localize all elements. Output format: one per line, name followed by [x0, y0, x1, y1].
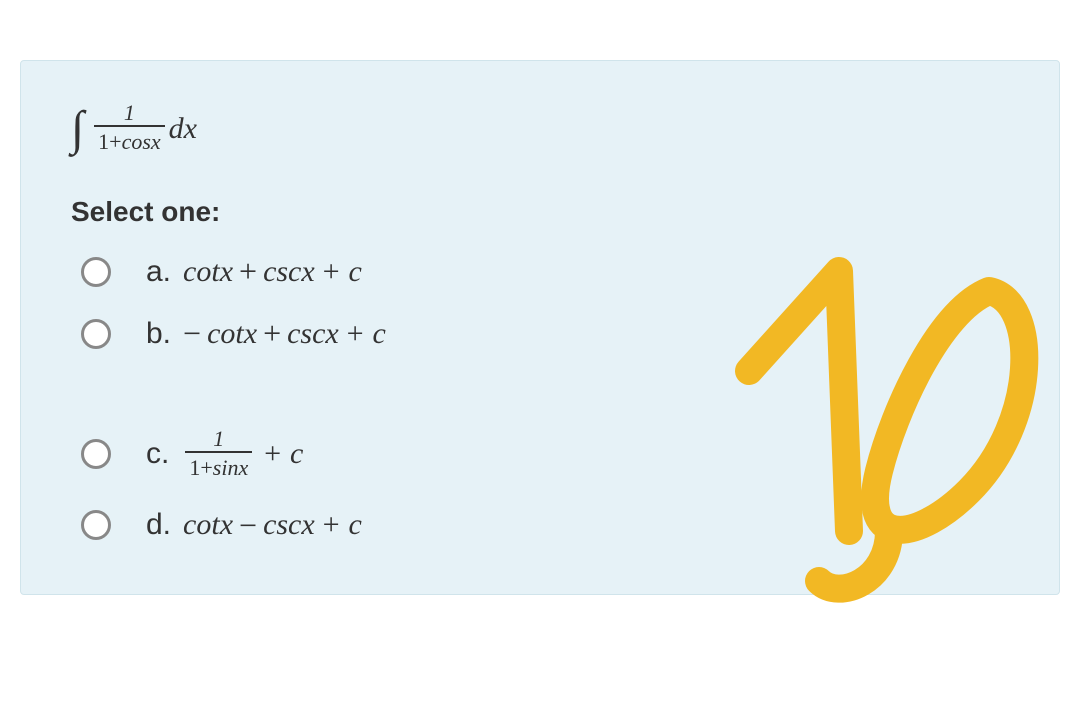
radio-d[interactable]	[81, 510, 111, 540]
options-group: a. cotx + cscx + c b. −cotx + cscx + c c…	[71, 253, 1009, 544]
option-a-label: a. cotx + cscx + c	[146, 253, 362, 290]
select-one-label: Select one:	[71, 196, 1009, 228]
option-d[interactable]: d. cotx − cscx + c	[81, 507, 1009, 544]
option-c-label: c. 1 1+sinx + c	[146, 427, 303, 482]
option-d-label: d. cotx − cscx + c	[146, 507, 362, 544]
radio-c[interactable]	[81, 439, 111, 469]
question-stem: ∫ 1 1+cosx dx	[71, 101, 1009, 156]
fraction-denominator: 1+cosx	[94, 125, 165, 155]
differential: dx	[169, 112, 197, 146]
radio-b[interactable]	[81, 319, 111, 349]
option-b-label: b. −cotx + cscx + c	[146, 315, 386, 352]
option-c-fraction: 1 1+sinx	[185, 427, 252, 482]
option-b[interactable]: b. −cotx + cscx + c	[81, 315, 1009, 352]
fraction-numerator: 1	[120, 101, 139, 125]
radio-a[interactable]	[81, 257, 111, 287]
integral-sign-icon: ∫	[71, 101, 84, 156]
integrand-fraction: 1 1+cosx	[94, 101, 165, 156]
question-card: ∫ 1 1+cosx dx Select one: a. cotx + cscx…	[20, 60, 1060, 595]
option-a[interactable]: a. cotx + cscx + c	[81, 253, 1009, 290]
option-c[interactable]: c. 1 1+sinx + c	[81, 427, 1009, 482]
